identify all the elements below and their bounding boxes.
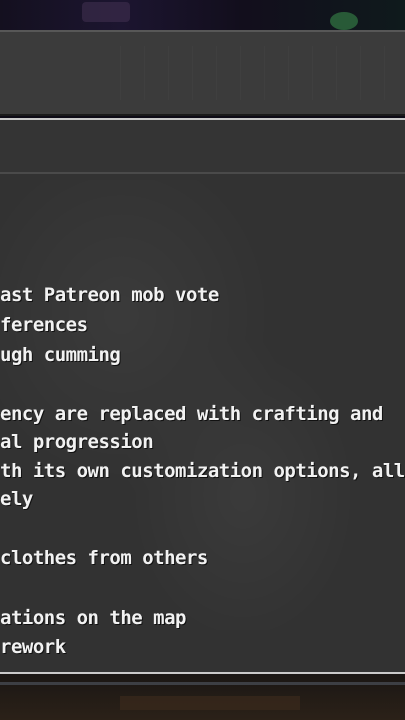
changelog-line: ferences [0,314,88,336]
changelog-line: clothes from others [0,547,208,569]
changelog-line: al progression [0,431,154,453]
changelog-line: ast Patreon mob vote [0,284,219,306]
changelog-line: ency are replaced with crafting and [0,403,383,425]
changelog-text: ast Patreon mob vote ferences ugh cummin… [0,120,405,676]
title-bar-texture [120,46,405,100]
background-scene-bottom [0,674,405,720]
changelog-line: rework [0,636,66,658]
changelog-panel[interactable]: ast Patreon mob vote ferences ugh cummin… [0,118,405,674]
background-decoration [120,696,300,710]
background-decoration [330,12,358,30]
changelog-line: ely [0,488,33,510]
background-decoration [82,2,130,22]
background-scene-top [0,0,405,30]
title-bar [0,30,405,116]
changelog-line: ugh cumming [0,344,121,366]
changelog-line: th its own customization options, all [0,460,405,482]
changelog-line: ations on the map [0,607,186,629]
background-decoration [0,682,405,685]
